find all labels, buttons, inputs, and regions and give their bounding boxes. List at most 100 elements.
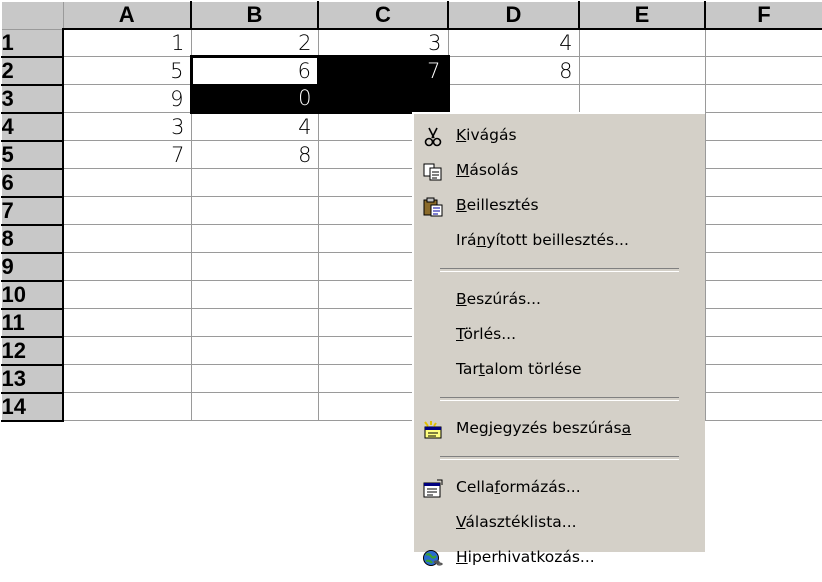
cell-f14[interactable] [705,392,822,421]
menu-item-label: Megjegyzés beszúrása [456,419,632,437]
cell-f13[interactable] [705,364,822,393]
row-header[interactable]: 7 [0,196,64,226]
row-header[interactable]: 5 [0,140,64,170]
menu-item-tartalom-törlése[interactable]: Tartalom törlése [414,352,705,387]
cell-b12[interactable] [191,336,319,365]
menu-item-cellaformázás[interactable]: Cellaformázás... [414,470,705,505]
column-header-row: A B C D E F [0,0,822,30]
cell-a9[interactable] [63,252,192,281]
menu-item-label: Másolás [456,161,519,179]
row-header[interactable]: 10 [0,280,64,310]
cell-c3[interactable] [318,84,450,114]
cell-d2[interactable]: 8 [448,56,580,85]
cell-e2[interactable] [579,56,706,85]
cell-a1[interactable]: 1 [63,29,192,57]
cell-d3[interactable] [448,84,580,113]
row-header[interactable]: 3 [0,84,64,114]
cell-a5[interactable]: 7 [63,140,192,169]
table-row: 390 [0,84,822,114]
table-row: 25678 [0,55,822,86]
cell-f10[interactable] [705,280,822,309]
cell-b3[interactable]: 0 [189,84,319,114]
menu-item-választéklista[interactable]: Választéklista... [414,505,705,540]
cell-b8[interactable] [191,224,319,253]
row-header[interactable]: 2 [0,56,64,86]
cell-f3[interactable] [705,84,822,113]
cell-b13[interactable] [191,364,319,393]
menu-item-label: Hiperhivatkozás... [456,548,595,566]
cell-a14[interactable] [63,392,192,421]
cell-a2[interactable]: 5 [63,56,192,85]
cell-f1[interactable] [705,29,822,57]
menu-separator [440,456,679,460]
cell-f8[interactable] [705,224,822,253]
cell-b11[interactable] [191,308,319,337]
cell-f7[interactable] [705,196,822,225]
cell-e1[interactable] [579,29,706,57]
insert-comment-icon [422,418,444,439]
cell-a11[interactable] [63,308,192,337]
cell-b5[interactable]: 8 [191,140,319,169]
cell-b14[interactable] [191,392,319,421]
hyperlink-icon [422,547,444,567]
row-header[interactable]: 4 [0,112,64,142]
table-row: 11234 [0,28,822,58]
column-header-e[interactable]: E [578,0,706,30]
cell-a10[interactable] [63,280,192,309]
menu-item-beszúrás[interactable]: Beszúrás... [414,282,705,317]
column-header-f[interactable]: F [704,0,822,30]
column-header-d[interactable]: D [447,0,580,30]
menu-item-megjegyzés-beszúrása[interactable]: Megjegyzés beszúrása [414,411,705,446]
cell-f6[interactable] [705,168,822,197]
cell-a8[interactable] [63,224,192,253]
menu-item-törlés[interactable]: Törlés... [414,317,705,352]
row-header[interactable]: 14 [0,392,64,422]
cell-a12[interactable] [63,336,192,365]
cell-b6[interactable] [191,168,319,197]
row-header[interactable]: 13 [0,364,64,394]
menu-item-label: Választéklista... [456,513,577,531]
row-header[interactable]: 6 [0,168,64,198]
cell-e3[interactable] [579,84,706,113]
cell-b4[interactable]: 4 [191,112,319,141]
cell-c2[interactable]: 7 [318,55,450,85]
row-header[interactable]: 11 [0,308,64,338]
column-header-c[interactable]: C [317,0,449,30]
menu-item-label: Irányított beillesztés... [456,231,629,249]
cell-b1[interactable]: 2 [191,29,319,57]
menu-item-másolás[interactable]: Másolás [414,153,705,188]
cell-a13[interactable] [63,364,192,393]
menu-item-hiperhivatkozás[interactable]: Hiperhivatkozás... [414,540,705,575]
cell-f2[interactable] [705,56,822,85]
row-header[interactable]: 1 [0,28,64,58]
menu-item-label: Beillesztés [456,196,539,214]
paste-icon [422,195,444,217]
column-header-b[interactable]: B [190,0,319,30]
cell-a6[interactable] [63,168,192,197]
menu-item-beillesztés[interactable]: Beillesztés [414,188,705,223]
cell-d1[interactable]: 4 [448,29,580,57]
cell-a3[interactable]: 9 [63,84,192,113]
menu-item-kivágás[interactable]: Kivágás [414,118,705,153]
cell-b9[interactable] [191,252,319,281]
cell-b10[interactable] [191,280,319,309]
cell-b7[interactable] [191,196,319,225]
cell-f9[interactable] [705,252,822,281]
cell-f12[interactable] [705,336,822,365]
column-header-a[interactable]: A [62,0,192,30]
cell-f11[interactable] [705,308,822,337]
cell-b2[interactable]: 6 [189,55,319,86]
row-header[interactable]: 8 [0,224,64,254]
cell-a4[interactable]: 3 [63,112,192,141]
cell-f5[interactable] [705,140,822,169]
cell-a7[interactable] [63,196,192,225]
select-all-corner[interactable] [0,0,64,30]
row-header[interactable]: 12 [0,336,64,366]
menu-item-label: Kivágás [456,126,517,144]
cell-f4[interactable] [705,112,822,141]
cell-c1[interactable]: 3 [318,29,449,57]
copy-icon [422,160,444,181]
row-header[interactable]: 9 [0,252,64,282]
menu-separator [440,268,679,272]
menu-item-irányított-beillesztés[interactable]: Irányított beillesztés... [414,223,705,258]
